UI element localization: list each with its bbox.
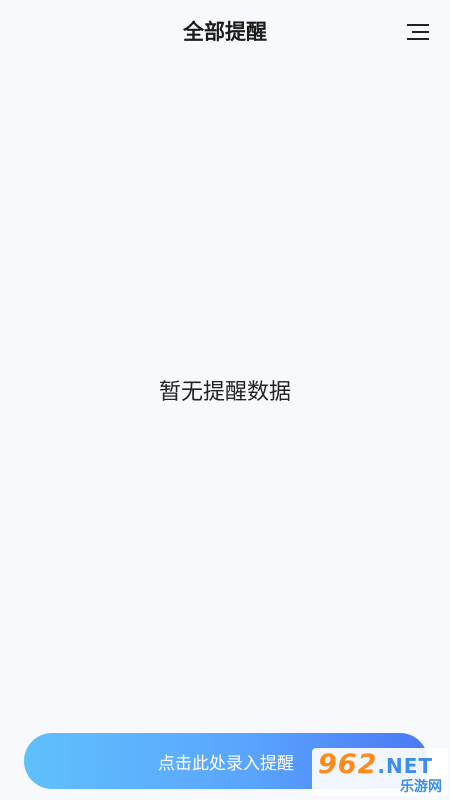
menu-button[interactable] [404,18,432,46]
watermark-suffix: .NET [377,754,434,778]
header: 全部提醒 [0,0,450,64]
reminders-page: 全部提醒 暂无提醒数据 点击此处录入提醒 962.NET 乐游网 [0,0,450,800]
watermark-title: 962.NET [318,750,433,781]
watermark-number: 962 [318,749,378,780]
page-title: 全部提醒 [183,20,267,44]
menu-icon [407,24,429,40]
watermark-subtitle: 乐游网 [400,779,442,795]
watermark-logo: 962.NET 乐游网 [312,748,448,796]
empty-state-message: 暂无提醒数据 [158,380,291,405]
add-reminder-button-label: 点击此处录入提醒 [158,753,294,774]
